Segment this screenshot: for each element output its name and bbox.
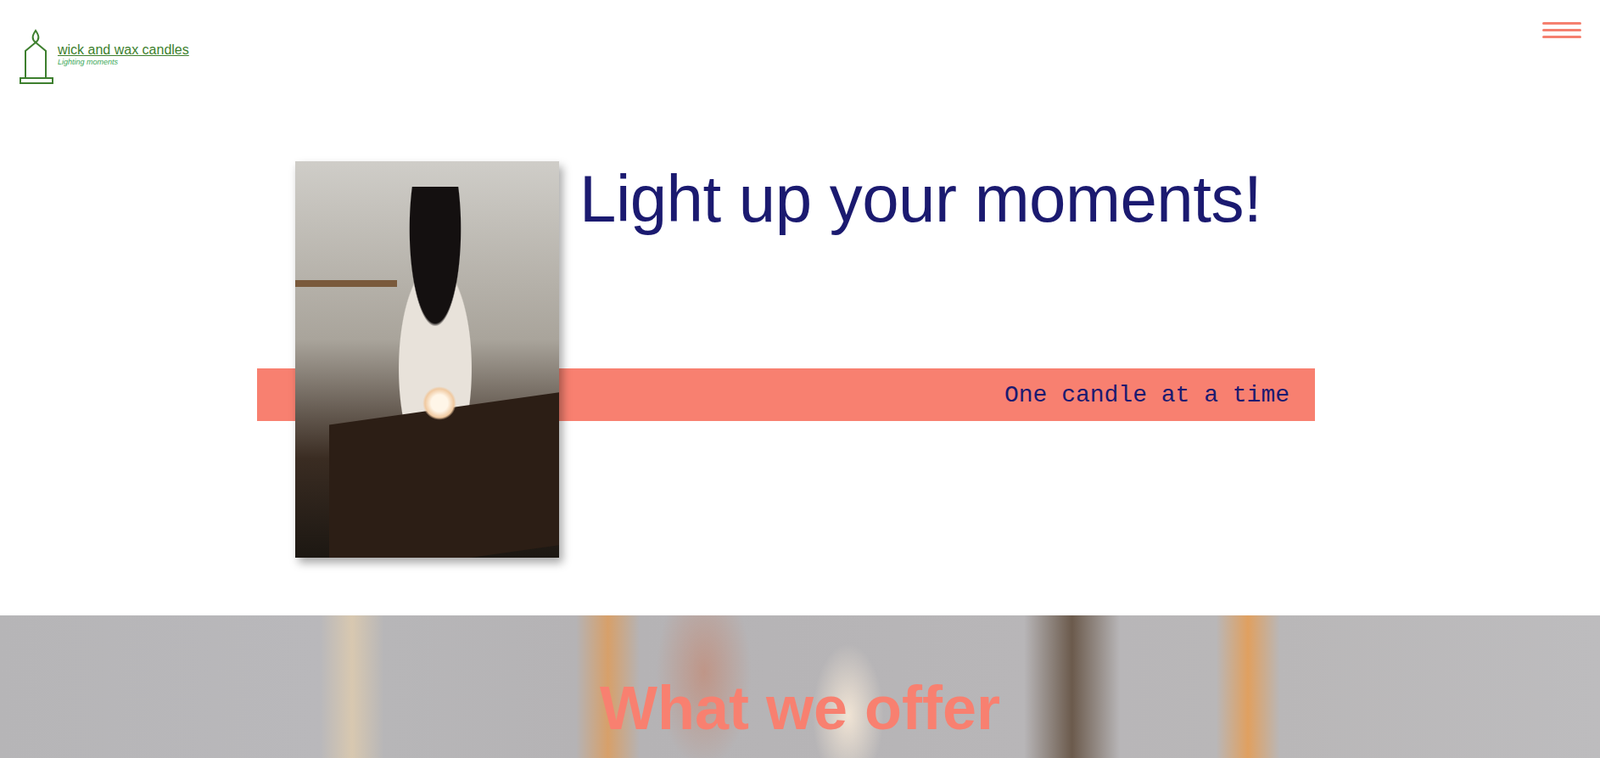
offer-section: What we offer xyxy=(0,615,1600,758)
logo-text: wick and wax candlesLighting moments xyxy=(57,28,190,67)
hero-section: Light up your moments! One candle at a ti… xyxy=(0,139,1600,616)
logo-tagline: Lighting moments xyxy=(57,57,190,68)
hero-photo xyxy=(295,161,560,558)
page: wick and wax candlesLighting momentsLigh… xyxy=(0,0,1600,758)
menu-button[interactable] xyxy=(1542,22,1582,42)
hamburger-icon xyxy=(1542,22,1582,40)
hero-title: Light up your moments! xyxy=(559,161,1315,369)
logo-name: wick and wax candles xyxy=(57,42,190,58)
site-header: wick and wax candlesLighting moments xyxy=(0,0,1600,140)
offer-title: What we offer xyxy=(0,674,1600,742)
hero-tagline: One candle at a time xyxy=(1004,381,1290,409)
candle-icon xyxy=(18,28,55,85)
logo[interactable]: wick and wax candlesLighting moments xyxy=(18,28,190,85)
